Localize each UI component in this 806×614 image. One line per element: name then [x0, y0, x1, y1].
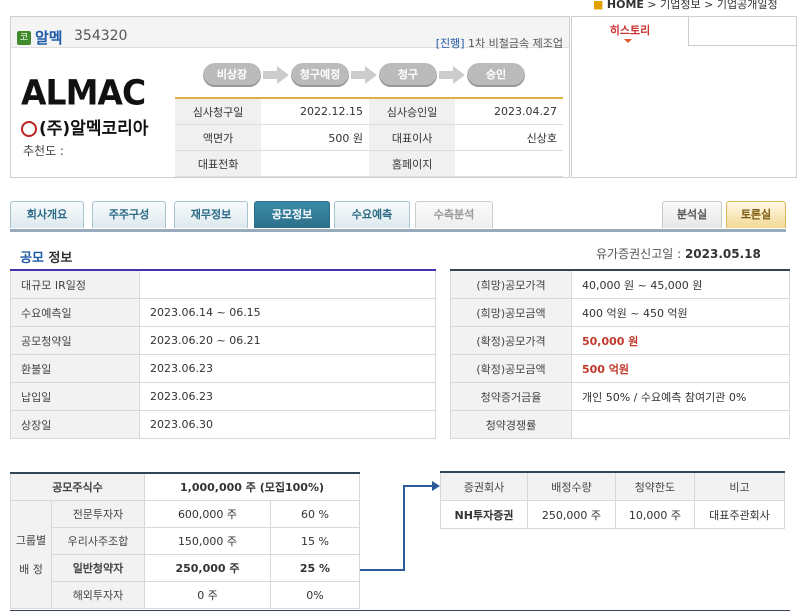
group-label: 그룹별 배 정: [10, 500, 52, 609]
tab-shareholders[interactable]: 주주구성: [92, 201, 166, 228]
step-arrow-icon: [439, 66, 465, 84]
bottom-divider: [10, 610, 790, 611]
history-panel: 히스토리: [571, 16, 797, 178]
company-code: 354320: [74, 28, 128, 44]
history-tab-empty: [688, 17, 797, 46]
company-name: 알멕: [35, 29, 63, 47]
connector-arrow-icon: [360, 481, 440, 571]
info-value: 500 원: [261, 124, 369, 151]
table-row: (확정)공모가격 50,000 원: [450, 326, 790, 355]
table-row: 환불일 2023.06.23: [10, 354, 436, 383]
table-row: (희망)공모가격 40,000 원 ~ 45,000 원: [450, 269, 790, 299]
info-label: 대표이사: [368, 124, 456, 151]
logo-ring-icon: [21, 121, 37, 137]
table-row: (희망)공모금액 400 억원 ~ 450 억원: [450, 298, 790, 327]
caret-down-icon: [624, 39, 632, 43]
step-approved: 승인: [467, 63, 525, 87]
table-row: (확정)공모금액 500 억원: [450, 354, 790, 383]
info-label: 심사승인일: [368, 97, 456, 125]
table-row: 우리사주조합 150,000 주 15 %: [11, 527, 360, 555]
breadcrumb-level2[interactable]: 기업공개일정: [717, 0, 778, 11]
industry: 1차 비철금속 제조업: [468, 37, 563, 50]
step-unlisted: 비상장: [203, 63, 261, 87]
logo-text: ALMAC: [21, 72, 146, 113]
info-value: 2023.04.27: [455, 97, 563, 125]
report-date: 유가증권신고일 : 2023.05.18: [596, 247, 761, 261]
broker-table: 증권회사 배정수량 청약한도 비고 NH투자증권 250,000 주 10,00…: [440, 471, 786, 529]
tab-bar: 회사개요 주주구성 재무정보 공모정보 수요예측 수측분석 분석실 토론실: [10, 201, 786, 232]
table-row: 대규모 IR일정: [10, 269, 436, 299]
table-row: 공모청약일 2023.06.20 ~ 06.21: [10, 326, 436, 355]
company-header: 코 알멕 354320 [진행] 1차 비철금속 제조업: [11, 17, 569, 51]
tab-discussion[interactable]: 토론실: [726, 201, 786, 228]
table-row: 해외투자자 0 주 0%: [11, 581, 360, 609]
section-title: 공모 정보: [20, 251, 73, 266]
table-row: 그룹별 배 정 전문투자자 600,000 주 60 %: [10, 500, 360, 609]
breadcrumb-level1[interactable]: 기업정보: [660, 0, 700, 11]
table-header-row: 증권회사 배정수량 청약한도 비고: [440, 471, 786, 501]
table-row: 청약증거금율 개인 50% / 수요예측 참여기관 0%: [450, 382, 790, 411]
tab-overview[interactable]: 회사개요: [10, 201, 84, 228]
recommend-label: 추천도 :: [23, 144, 64, 158]
history-tab[interactable]: 히스토리: [572, 17, 688, 45]
info-value: 신상호: [455, 124, 563, 151]
step-arrow-icon: [263, 66, 289, 84]
table-row: 일반청약자 250,000 주 25 %: [11, 554, 360, 582]
table-row: NH투자증권 250,000 주 10,000 주 대표주관회사: [440, 500, 786, 529]
table-row: 상장일 2023.06.30: [10, 410, 436, 439]
info-value: 2022.12.15: [261, 97, 369, 125]
breadcrumb: ■ HOME > 기업정보 > 기업공개일정: [593, 0, 778, 11]
step-arrow-icon: [351, 66, 377, 84]
allocation-table: 공모주식수 1,000,000 주 (모집100%) 그룹별 배 정 전문투자자 …: [10, 472, 360, 609]
info-value: [261, 150, 369, 177]
company-logo: ALMAC (주)알멕코리아: [21, 72, 171, 139]
tab-ipo-info[interactable]: 공모정보: [254, 201, 330, 228]
company-info-table: 심사청구일 2022.12.15 심사승인일 2023.04.27 액면가 50…: [175, 97, 563, 177]
breadcrumb-home[interactable]: HOME: [607, 0, 644, 11]
table-row: 공모주식수 1,000,000 주 (모집100%): [10, 472, 360, 501]
step-requested: 청구: [379, 63, 437, 87]
market-badge: 코: [17, 31, 31, 45]
tab-demand-forecast[interactable]: 수요예측: [334, 201, 410, 228]
table-row: 수요예측일 2023.06.14 ~ 06.15: [10, 298, 436, 327]
home-icon: ■: [593, 0, 604, 11]
tab-demand-analysis[interactable]: 수측분석: [415, 201, 493, 228]
tab-financials[interactable]: 재무정보: [174, 201, 248, 228]
info-label: 대표전화: [175, 150, 262, 177]
status-tag: [진행]: [435, 37, 465, 50]
info-label: 심사청구일: [175, 97, 262, 125]
table-row: 청약경쟁률: [450, 410, 790, 439]
info-label: 홈페이지: [368, 150, 456, 177]
logo-sub: (주)알멕코리아: [21, 114, 171, 139]
info-label: 액면가: [175, 124, 262, 151]
schedule-table: 대규모 IR일정 수요예측일 2023.06.14 ~ 06.15 공모청약일 20…: [10, 269, 436, 439]
pricing-table: (희망)공모가격 40,000 원 ~ 45,000 원 (희망)공모금액 400 …: [450, 269, 790, 439]
info-value[interactable]: [455, 150, 563, 177]
company-status: [진행] 1차 비철금속 제조업: [436, 35, 563, 51]
table-row: 납입일 2023.06.23: [10, 382, 436, 411]
tab-analysis-room[interactable]: 분석실: [662, 201, 722, 228]
company-panel: 코 알멕 354320 [진행] 1차 비철금속 제조업 ALMAC (주)알멕…: [10, 16, 570, 178]
step-planned: 청구예정: [291, 63, 349, 87]
